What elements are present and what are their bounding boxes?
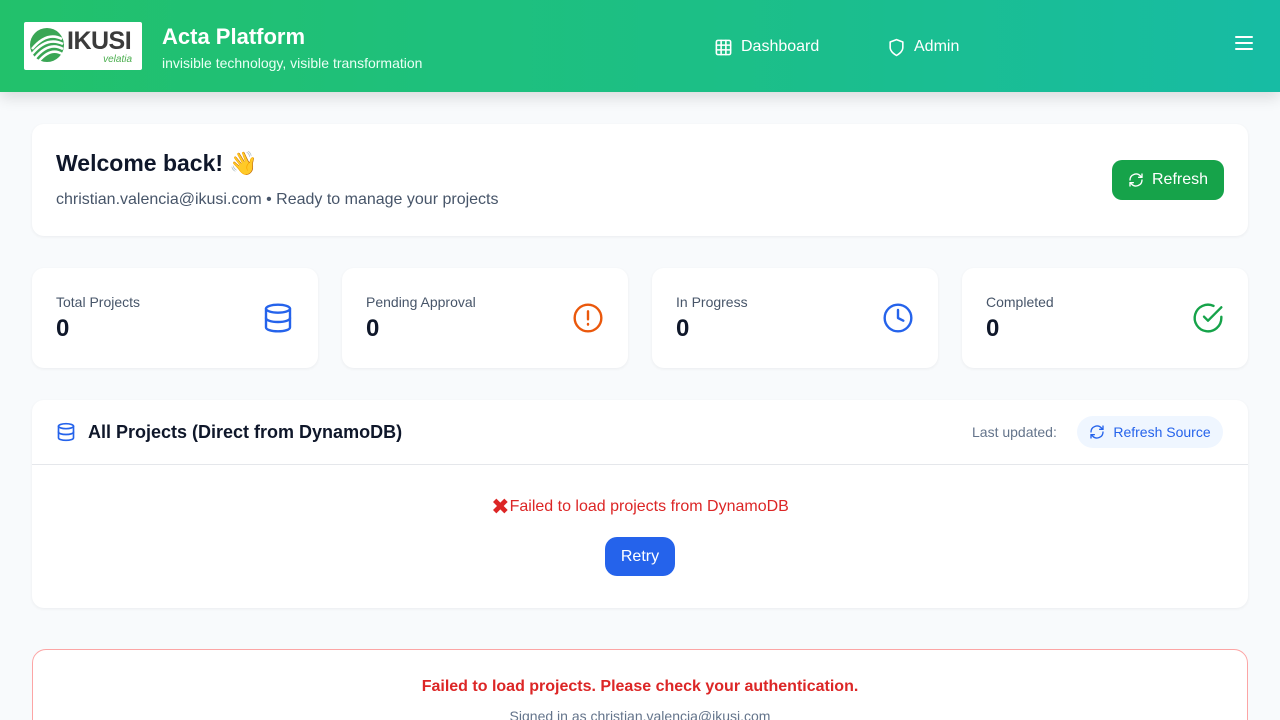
stat-card-pending-approval: Pending Approval 0 <box>342 268 628 368</box>
projects-error-message: Failed to load projects from DynamoDB <box>509 498 789 515</box>
refresh-source-button[interactable]: Refresh Source <box>1077 416 1223 448</box>
shield-icon <box>889 38 904 56</box>
stat-value: 0 <box>366 315 380 342</box>
error-x-icon: ✖ <box>491 494 510 519</box>
grid-icon <box>715 39 732 55</box>
app-title: Acta Platform <box>162 24 306 49</box>
projects-header: All Projects (Direct from DynamoDB) Last… <box>32 400 1248 465</box>
stat-card-completed: Completed 0 <box>962 268 1248 368</box>
refresh-source-label: Refresh Source <box>1113 424 1211 440</box>
stat-label: In Progress <box>676 294 748 310</box>
stat-card-total-projects: Total Projects 0 <box>32 268 318 368</box>
database-icon <box>264 303 292 333</box>
refresh-icon <box>1129 173 1143 187</box>
last-updated-label: Last updated: <box>972 424 1057 440</box>
projects-card: All Projects (Direct from DynamoDB) Last… <box>32 400 1248 608</box>
auth-error-title: Failed to load projects. Please check yo… <box>421 678 859 695</box>
check-circle-icon <box>1193 303 1223 333</box>
nav-dashboard-label: Dashboard <box>741 38 820 55</box>
app-tagline: invisible technology, visible transforma… <box>162 55 423 71</box>
projects-error: ✖ Failed to load projects from DynamoDB <box>32 494 1248 519</box>
refresh-icon <box>1090 425 1105 439</box>
stat-label: Pending Approval <box>366 294 476 310</box>
stat-value: 0 <box>676 315 690 342</box>
nav-admin-label: Admin <box>914 38 960 55</box>
hamburger-menu-icon[interactable] <box>1234 34 1254 52</box>
stat-label: Total Projects <box>56 294 141 310</box>
projects-title: All Projects (Direct from DynamoDB) <box>88 422 403 442</box>
stat-value: 0 <box>56 315 70 342</box>
welcome-title: Welcome back! 👋 <box>56 150 259 176</box>
stat-label: Completed <box>986 294 1054 310</box>
stat-card-in-progress: In Progress 0 <box>652 268 938 368</box>
ikusi-logo[interactable]: IKUSI velatia <box>24 22 142 70</box>
welcome-card: Welcome back! 👋 christian.valencia@ikusi… <box>32 124 1248 236</box>
clock-icon <box>883 303 913 333</box>
app-header: IKUSI velatia Acta Platform invisible te… <box>0 0 1280 92</box>
logo-mark-icon <box>30 28 64 62</box>
welcome-subtitle: christian.valencia@ikusi.com • Ready to … <box>56 191 499 208</box>
alert-circle-icon <box>573 303 603 333</box>
auth-error-subtitle: Signed in as christian.valencia@ikusi.co… <box>509 708 771 720</box>
nav-admin[interactable]: Admin <box>887 36 959 58</box>
nav-dashboard[interactable]: Dashboard <box>714 36 819 58</box>
auth-error-card: Failed to load projects. Please check yo… <box>32 649 1248 720</box>
refresh-button[interactable]: Refresh <box>1112 160 1224 200</box>
refresh-button-label: Refresh <box>1151 171 1209 188</box>
logo-word: IKUSI <box>67 27 132 55</box>
retry-button[interactable]: Retry <box>605 537 675 576</box>
stat-value: 0 <box>986 315 1000 342</box>
database-icon <box>57 422 75 442</box>
logo-sub: velatia <box>103 54 132 65</box>
